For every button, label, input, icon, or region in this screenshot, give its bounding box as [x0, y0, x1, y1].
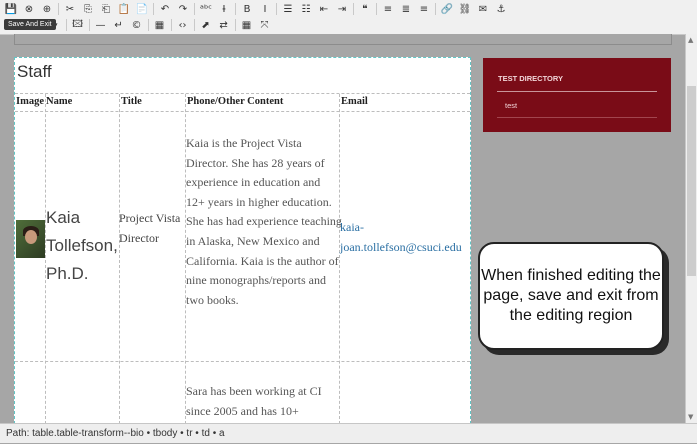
undo-icon[interactable]: ↶ [156, 1, 174, 17]
unlink-icon[interactable]: ⛓ [456, 1, 474, 17]
staff-email-link[interactable]: kaia-joan.tollefson@csuci.edu [340, 217, 470, 257]
loop-icon[interactable]: ⇄ [215, 17, 233, 33]
scroll-up-icon[interactable]: ▲ [688, 36, 693, 44]
toolbar-separator [153, 3, 154, 15]
column-header-name: Name [46, 96, 73, 107]
table-icon[interactable]: ▦ [151, 17, 169, 33]
directory-divider [497, 117, 657, 118]
editable-region[interactable]: Staff Image Name Title Phone/Other Conte… [14, 57, 471, 424]
italic-icon[interactable]: I [256, 1, 274, 17]
photo-face [25, 230, 37, 244]
toolbar-separator [353, 3, 354, 15]
link-icon[interactable]: 🔗 [438, 1, 456, 17]
cut-icon[interactable]: ✂ [61, 1, 79, 17]
toolbar-separator [193, 19, 195, 31]
column-header-phone: Phone/Other Content [187, 96, 284, 107]
column-header-email: Email [341, 96, 368, 107]
instruction-callout: When finished editing the page, save and… [478, 242, 664, 350]
bold-icon[interactable]: B [238, 1, 256, 17]
column-header-image: Image [16, 96, 44, 107]
toolbar-separator [170, 19, 172, 31]
scroll-thumb[interactable] [687, 86, 696, 276]
toolbar-separator [58, 3, 59, 15]
staff-bio-2[interactable]: Sara has been working at CI since 2005 a… [186, 382, 342, 421]
save-tooltip: Save And Exit [4, 19, 56, 30]
staff-title[interactable]: Project Vista Director [119, 208, 185, 248]
cancel-icon[interactable]: ⊗ [20, 1, 38, 17]
spellcheck-icon[interactable]: ᵃᵇᶜ [197, 1, 215, 17]
toolbar-separator [65, 19, 67, 31]
toolbar-separator [88, 19, 90, 31]
vertical-scrollbar[interactable]: ▲ ▼ [685, 34, 697, 423]
paste-text-icon[interactable]: 📋 [115, 1, 133, 17]
grid-icon[interactable]: ▦ [238, 17, 256, 33]
editor-frame [14, 34, 672, 45]
numbered-list-icon[interactable]: ☷ [297, 1, 315, 17]
column-header-title: Title [121, 96, 142, 107]
image-icon[interactable]: 🖾 [69, 17, 87, 33]
test-directory-box: TEST DIRECTORY test [483, 58, 671, 132]
toolbar-row-1: 💾 ⊗ ⊕ ✂ ⎘ ⎗ 📋 📄 ↶ ↷ ᵃᵇᶜ Ɨ B I ☰ ☷ ⇤ ⇥ ❝ ≡ ≣ ≡ 🔗 ⛓ ✉ ⚓ [2, 1, 510, 17]
staff-photo[interactable] [16, 220, 45, 258]
clear-format-icon[interactable]: Ɨ [215, 1, 233, 17]
toolbar-separator [147, 19, 149, 31]
page-heading: Staff [17, 62, 52, 81]
horizontal-rule-icon[interactable]: — [92, 17, 110, 33]
anchor-icon[interactable]: ⚓ [492, 1, 510, 17]
copyright-icon[interactable]: © [128, 17, 146, 33]
directory-divider [497, 91, 657, 92]
toolbar-separator [376, 3, 377, 15]
bullet-list-icon[interactable]: ☰ [279, 1, 297, 17]
email-link-icon[interactable]: ✉ [474, 1, 492, 17]
directory-title: TEST DIRECTORY [498, 74, 564, 83]
outdent-icon[interactable]: ⇤ [315, 1, 333, 17]
insert-icon[interactable]: ⬈ [197, 17, 215, 33]
fullscreen-icon[interactable]: ⤧ [256, 17, 274, 33]
save-icon[interactable]: 💾 [2, 1, 20, 17]
table-top-border [15, 93, 470, 94]
status-bar-path: Path: table.table-transform--bio • tbody… [0, 423, 697, 443]
toolbar-separator [435, 3, 436, 15]
redo-icon[interactable]: ↷ [174, 1, 192, 17]
return-icon[interactable]: ↵ [110, 17, 128, 33]
indent-icon[interactable]: ⇥ [333, 1, 351, 17]
toolbar-separator [235, 3, 236, 15]
staff-bio[interactable]: Kaia is the Project Vista Director. She … [186, 134, 342, 310]
editor-toolbar: 💾⊗⊕✂⎘⎗📋📄↶↷ᵃᵇᶜƗBI☰☷⇤⇥❝≡≣≡🔗⛓✉⚓ ▾Styles ▾🖾—… [0, 0, 697, 35]
callout-text: When finished editing the page, save and… [481, 267, 661, 324]
directory-item[interactable]: test [505, 101, 517, 110]
align-center-icon[interactable]: ≣ [397, 1, 415, 17]
blockquote-icon[interactable]: ❝ [356, 1, 374, 17]
source-code-icon[interactable]: ‹› [174, 17, 192, 33]
align-left-icon[interactable]: ≡ [379, 1, 397, 17]
header-row-border [15, 111, 470, 112]
toolbar-separator [276, 3, 277, 15]
copy-icon[interactable]: ⎘ [79, 1, 97, 17]
align-right-icon[interactable]: ≡ [415, 1, 433, 17]
staff-name[interactable]: Kaia Tollefson, Ph.D. [46, 204, 126, 288]
preview-icon[interactable]: ⊕ [38, 1, 56, 17]
row-border [15, 361, 470, 362]
toolbar-separator [234, 19, 236, 31]
scroll-down-icon[interactable]: ▼ [688, 413, 693, 421]
toolbar-separator [194, 3, 195, 15]
paste-word-icon[interactable]: 📄 [133, 1, 151, 17]
paste-icon[interactable]: ⎗ [97, 1, 115, 17]
